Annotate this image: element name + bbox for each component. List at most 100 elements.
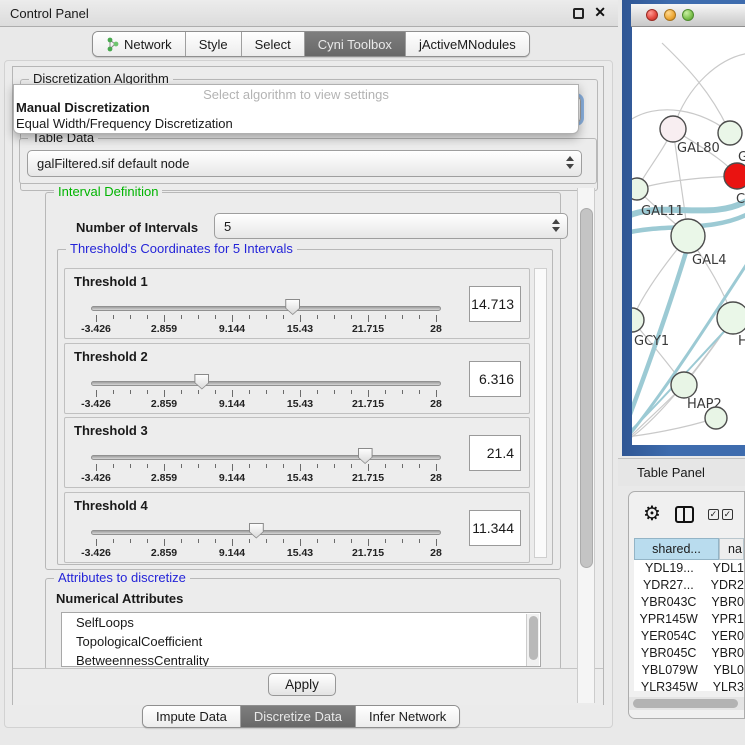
threshold-value-field[interactable]: 14.713 [469, 286, 521, 322]
cell-name[interactable]: YPR1 [703, 611, 744, 628]
slider-tick [368, 315, 369, 322]
table-row[interactable]: YBR045CYBR0 [634, 645, 744, 662]
network-node-gcy1[interactable] [632, 308, 644, 332]
network-node[interactable] [705, 407, 727, 429]
cell-shared-name[interactable]: YPR145W [634, 611, 703, 628]
attribute-item-selfloops[interactable]: SelfLoops [62, 613, 540, 632]
algorithm-option-equal-width[interactable]: Equal Width/Frequency Discretization [16, 116, 233, 131]
slider-thumb[interactable] [249, 523, 264, 539]
table-row[interactable]: YDL19...YDL1 [634, 560, 744, 577]
tab-cyni-toolbox[interactable]: Cyni Toolbox [304, 32, 405, 56]
slider-tick [164, 390, 165, 397]
numerical-attributes-header: Numerical Attributes [56, 591, 183, 606]
slider-thumb[interactable] [194, 374, 209, 390]
cell-shared-name[interactable]: YER054C [634, 628, 703, 645]
network-canvas[interactable]: GAL80GACGAL11GAL4GCY1HHAP2 [632, 27, 745, 445]
tab-style[interactable]: Style [185, 32, 241, 56]
close-icon[interactable]: ✕ [594, 4, 606, 21]
table-row[interactable]: YLR345WYLR3 [634, 679, 744, 691]
algorithm-option-manual[interactable]: Manual Discretization [16, 100, 150, 115]
tab-impute-data[interactable]: Impute Data [143, 706, 240, 727]
threshold-panel: Threshold 3 -3.4262.8599.14415.4321.7152… [64, 417, 530, 488]
checkbox-icon[interactable]: ✓ [708, 509, 719, 520]
attribute-item-topologicalcoefficient[interactable]: TopologicalCoefficient [62, 632, 540, 651]
threshold-slider[interactable]: -3.4262.8599.14415.4321.71528 [91, 493, 441, 564]
slider-track[interactable] [91, 306, 441, 311]
slider-tick [113, 464, 114, 468]
tab-select[interactable]: Select [241, 32, 304, 56]
table-panel: ⚙ ✓ ✓ shared...na YDL19...YDL1YDR27...YD… [628, 491, 745, 719]
network-window-titlebar[interactable] [631, 4, 745, 27]
attributes-scrollbar-thumb[interactable] [529, 616, 538, 660]
attribute-item-betweennesscentrality[interactable]: BetweennessCentrality [62, 651, 540, 667]
network-node-gal4[interactable] [671, 219, 705, 253]
table-row[interactable]: YER054CYER0 [634, 628, 744, 645]
axis-tick-label: 9.144 [219, 323, 245, 335]
gear-icon[interactable]: ⚙ [643, 504, 661, 524]
apply-button[interactable]: Apply [268, 673, 336, 696]
network-node-gal11[interactable] [632, 178, 648, 200]
slider-track[interactable] [91, 530, 441, 535]
cell-shared-name[interactable]: YDR27... [634, 577, 703, 594]
network-node-c[interactable] [724, 163, 745, 189]
slider-tick [317, 464, 318, 468]
axis-tick-label: 15.43 [287, 323, 313, 335]
axis-tick-label: 15.43 [287, 547, 313, 559]
threshold-slider[interactable]: -3.4262.8599.14415.4321.71528 [91, 269, 441, 340]
table-data-combo[interactable]: galFiltered.sif default node [27, 150, 582, 177]
cell-name[interactable]: YBR0 [703, 645, 744, 662]
num-intervals-combo[interactable]: 5 [214, 213, 568, 239]
cell-name[interactable]: YLR3 [705, 679, 744, 691]
zoom-traffic-light-icon[interactable] [682, 9, 694, 21]
panel-scrollbar-thumb[interactable] [580, 208, 593, 568]
network-node-h[interactable] [717, 302, 745, 334]
table-hscrollbar-thumb[interactable] [633, 699, 738, 708]
threshold-slider[interactable]: -3.4262.8599.14415.4321.71528 [91, 344, 441, 415]
cell-shared-name[interactable]: YBL079W [634, 662, 705, 679]
threshold-value-field[interactable]: 11.344 [469, 510, 521, 546]
cell-name[interactable]: YDR2 [703, 577, 744, 594]
table-row[interactable]: YDR27...YDR2 [634, 577, 744, 594]
tab-jactivemnodules[interactable]: jActiveMNodules [405, 32, 529, 56]
threshold-slider[interactable]: -3.4262.8599.14415.4321.71528 [91, 418, 441, 489]
attributes-scrollbar[interactable] [526, 614, 539, 667]
cell-name[interactable]: YBL0 [705, 662, 744, 679]
table-row[interactable]: YBR043CYBR0 [634, 594, 744, 611]
column-header-shared-[interactable]: shared... [634, 538, 719, 560]
close-traffic-light-icon[interactable] [646, 9, 658, 21]
network-node-ga[interactable] [718, 121, 742, 145]
column-header-na[interactable]: na [719, 538, 744, 560]
slider-thumb[interactable] [285, 299, 300, 315]
slider-tick [113, 315, 114, 319]
minimize-traffic-light-icon[interactable] [664, 9, 676, 21]
slider-track[interactable] [91, 455, 441, 460]
network-node-label: GAL11 [641, 204, 684, 219]
table-row[interactable]: YBL079WYBL0 [634, 662, 744, 679]
slider-track[interactable] [91, 381, 441, 386]
axis-tick-label: 28 [430, 323, 442, 335]
tab-infer-network[interactable]: Infer Network [355, 706, 459, 727]
table-hscrollbar[interactable] [629, 697, 744, 710]
cell-shared-name[interactable]: YBR043C [634, 594, 703, 611]
slider-tick [334, 539, 335, 543]
tab-discretize-data[interactable]: Discretize Data [240, 706, 355, 727]
split-columns-icon[interactable] [675, 506, 694, 523]
threshold-value-field[interactable]: 6.316 [469, 361, 521, 397]
cell-name[interactable]: YBR0 [703, 594, 744, 611]
cell-shared-name[interactable]: YDL19... [634, 560, 705, 577]
tab-network[interactable]: Network [93, 32, 185, 56]
slider-tick [368, 390, 369, 397]
network-node-hap2[interactable] [671, 372, 697, 398]
network-node-gal80[interactable] [660, 116, 686, 142]
cell-shared-name[interactable]: YLR345W [634, 679, 705, 691]
thresholds-scrollbar[interactable] [534, 268, 547, 558]
cell-shared-name[interactable]: YBR045C [634, 645, 703, 662]
table-row[interactable]: YPR145WYPR1 [634, 611, 744, 628]
threshold-value-field[interactable]: 21.4 [469, 435, 521, 471]
float-window-icon[interactable] [573, 8, 584, 19]
slider-thumb[interactable] [358, 448, 373, 464]
cell-name[interactable]: YDL1 [705, 560, 744, 577]
panel-scrollbar[interactable] [577, 188, 595, 703]
cell-name[interactable]: YER0 [703, 628, 744, 645]
checkbox-icon[interactable]: ✓ [722, 509, 733, 520]
